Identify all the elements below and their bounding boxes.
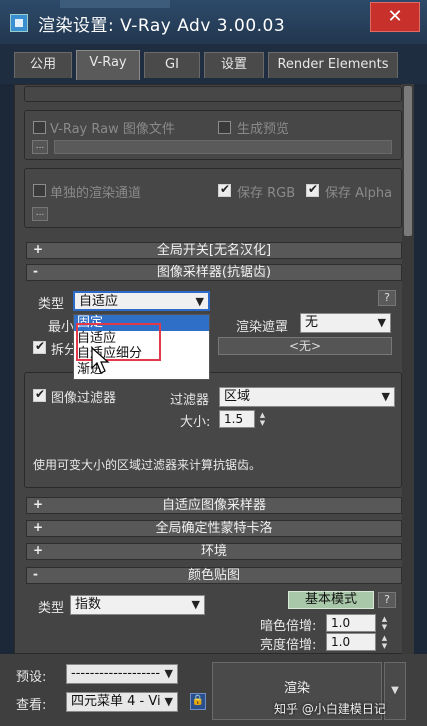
frame-left [0, 84, 14, 654]
preset-label: 预设: [16, 670, 47, 685]
render-menu-button[interactable]: ▼ [384, 662, 406, 720]
color-mapping-type-label: 类型 [38, 601, 65, 616]
top-group-partial [24, 86, 402, 102]
sampler-type-value: 自适应 [79, 294, 119, 309]
frame-right [414, 84, 427, 654]
app-icon [10, 14, 28, 32]
split-checkbox[interactable] [33, 339, 46, 354]
filter-type-label: 过滤器 [170, 393, 210, 408]
lock-icon[interactable]: 🔒 [190, 693, 206, 710]
generate-preview-checkbox[interactable] [218, 121, 231, 134]
chevron-down-icon: ▼ [164, 667, 173, 680]
filter-size-spinner-icon[interactable]: ▲ ▼ [258, 411, 267, 427]
view-value: 四元菜单 4 - Vi [71, 694, 161, 709]
bright-multiplier-field[interactable]: 1.0 [326, 633, 376, 651]
rollout-label: 颜色贴图 [187, 568, 240, 583]
dark-multiplier-field[interactable]: 1.0 [326, 614, 376, 632]
vray-raw-checkbox[interactable] [33, 121, 46, 134]
preset-dropdown[interactable]: ------------------- ▼ [66, 664, 178, 684]
sampler-type-label: 类型 [38, 297, 65, 312]
render-mask-value: 无 [305, 315, 319, 330]
chevron-down-icon: ▼ [381, 390, 390, 403]
vray-raw-path-field[interactable] [54, 140, 392, 154]
sampler-help-button[interactable]: ? [378, 290, 396, 306]
bright-multiplier-spinner-icon[interactable]: ▲ ▼ [380, 634, 389, 650]
color-mapping-help-button[interactable]: ? [378, 592, 396, 608]
tab-common[interactable]: 公用 [14, 52, 72, 78]
chevron-down-icon: ▼ [377, 316, 386, 329]
rollout-label: 全局确定性蒙特卡洛 [155, 521, 273, 536]
dark-multiplier-spinner-icon[interactable]: ▲ ▼ [380, 615, 389, 631]
chevron-down-icon: ▼ [164, 695, 173, 708]
rollout-label: 自适应图像采样器 [161, 498, 266, 513]
save-rgb-checkbox[interactable] [218, 182, 231, 197]
view-label: 查看: [16, 698, 47, 713]
rollout-adaptive-sampler[interactable]: + 自适应图像采样器 [26, 497, 402, 514]
rollout-label: 环境 [200, 544, 227, 559]
filter-type-value: 区域 [224, 389, 251, 404]
filter-description: 使用可变大小的区域过滤器来计算抗锯齿。 [33, 458, 262, 472]
panel-scroll-thumb[interactable] [404, 86, 412, 236]
cursor-pointer-icon [91, 346, 110, 374]
rollout-global-dmc[interactable]: + 全局确定性蒙特卡洛 [26, 520, 402, 537]
dark-multiplier-label: 暗色倍增: [260, 619, 317, 634]
image-filter-label: 图像过滤器 [51, 391, 117, 406]
save-rgb-label: 保存 RGB [237, 186, 296, 201]
rollout-label: 图像采样器(抗锯齿) [156, 265, 272, 280]
chevron-down-icon: ▼ [195, 295, 204, 308]
bright-multiplier-label: 亮度倍增: [260, 638, 317, 653]
tab-settings[interactable]: 设置 [204, 52, 264, 78]
tab-vray[interactable]: V-Ray [76, 50, 140, 80]
basic-mode-button[interactable]: 基本模式 [288, 591, 374, 609]
save-alpha-checkbox[interactable] [306, 182, 319, 197]
rollout-color-mapping[interactable]: - 颜色贴图 [26, 567, 402, 584]
view-dropdown[interactable]: 四元菜单 4 - Vi ▼ [66, 692, 178, 712]
image-filter-checkbox[interactable] [33, 387, 46, 402]
filter-size-label: 大小: [180, 415, 211, 430]
window-title: 渲染设置: V-Ray Adv 3.00.03 [38, 16, 286, 36]
chevron-down-icon: ▼ [191, 598, 200, 611]
separate-channel-checkbox[interactable] [33, 184, 46, 197]
color-mapping-type-dropdown[interactable]: 指数 ▼ [70, 595, 205, 615]
watermark: 知乎 @小白建模日记 [274, 702, 386, 716]
separate-channel-label: 单独的渲染通道 [50, 186, 142, 201]
rollout-image-sampler[interactable]: - 图像采样器(抗锯齿) [26, 264, 402, 281]
rollout-global-switches[interactable]: + 全局开关[无名汉化] [26, 242, 402, 259]
separate-channel-browse-button[interactable]: ... [32, 207, 48, 221]
generate-preview-label: 生成预览 [237, 122, 290, 137]
filter-type-dropdown[interactable]: 区域 ▼ [219, 387, 395, 407]
title-bar-strip [60, 0, 170, 8]
close-button[interactable]: ✕ [370, 2, 420, 32]
rollout-label: 全局开关[无名汉化] [156, 243, 272, 258]
preset-value: ------------------- [71, 666, 161, 681]
filter-size-field[interactable]: 1.5 [219, 410, 255, 428]
save-alpha-label: 保存 Alpha [325, 186, 393, 201]
render-mask-dropdown[interactable]: 无 ▼ [300, 313, 391, 333]
render-mask-object-button[interactable]: <无> [218, 337, 392, 355]
min-rate-label: 最小 [48, 320, 75, 335]
render-mask-label: 渲染遮罩 [236, 320, 289, 335]
tab-gi[interactable]: GI [144, 52, 200, 78]
color-mapping-type-value: 指数 [75, 597, 102, 612]
tab-render-elements[interactable]: Render Elements [268, 52, 398, 78]
rollout-environment[interactable]: + 环境 [26, 543, 402, 560]
vray-raw-browse-button[interactable]: ... [32, 140, 48, 154]
vray-raw-label: V-Ray Raw 图像文件 [50, 122, 175, 137]
sampler-type-dropdown[interactable]: 自适应 ▼ [73, 291, 210, 311]
